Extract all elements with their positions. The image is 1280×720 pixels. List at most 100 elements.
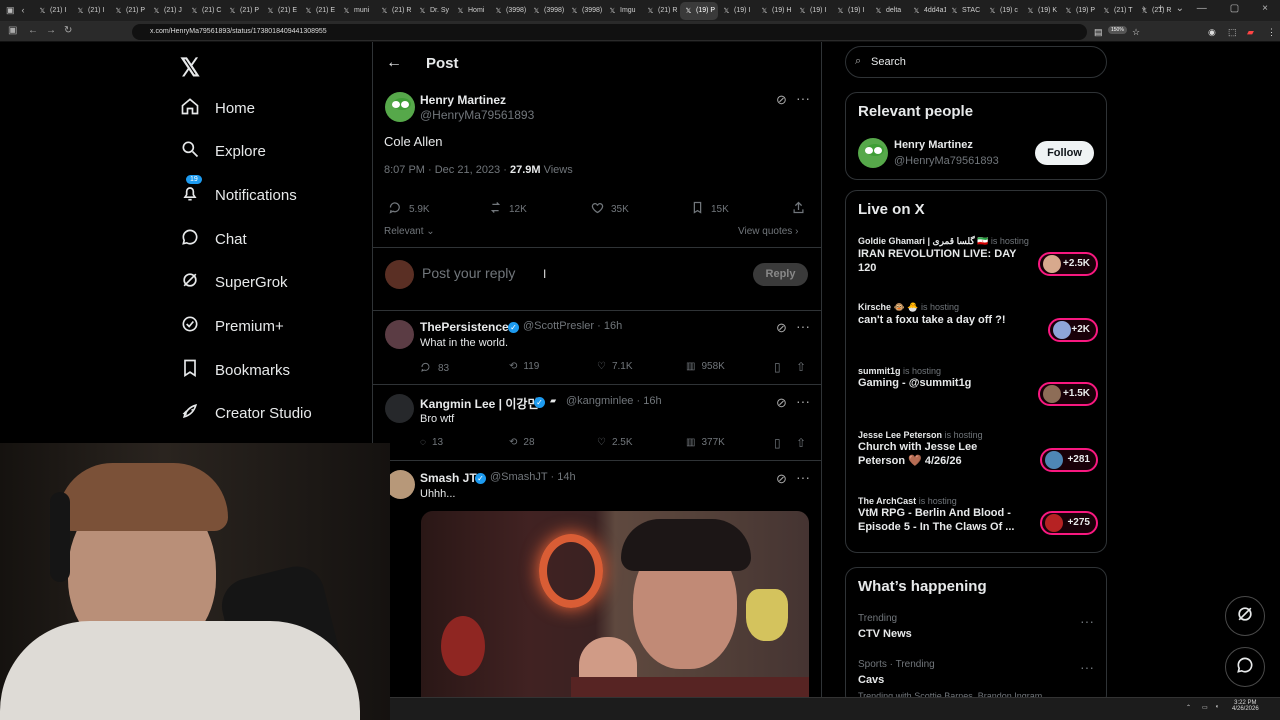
close-icon[interactable]: × bbox=[1262, 3, 1268, 14]
reply-repost-action[interactable]: ⟲ 119 bbox=[509, 361, 539, 372]
current-user-avatar[interactable] bbox=[385, 260, 414, 289]
refresh-icon[interactable]: ↻ bbox=[64, 26, 74, 36]
reader-icon[interactable]: ▤ bbox=[1094, 27, 1103, 38]
browser-tab[interactable]: 𝕏 (19) P bbox=[680, 1, 718, 20]
share-action[interactable] bbox=[791, 200, 806, 218]
reply-like-action[interactable]: ♡ 2.5K bbox=[597, 437, 633, 448]
reply-action[interactable]: 5.9K bbox=[388, 200, 430, 218]
reply-avatar[interactable] bbox=[385, 394, 414, 423]
live-item[interactable]: Goldie Ghamari | گلسا قمری 🇮🇷 is hosting… bbox=[858, 236, 1098, 286]
browser-tab[interactable]: 𝕏 (3998) bbox=[566, 2, 604, 20]
tab-menu-button[interactable]: ⌄ bbox=[1176, 3, 1184, 14]
reply-reply-action[interactable]: ◌ 13 bbox=[420, 437, 443, 448]
browser-tab[interactable]: 𝕏 Imgu bbox=[604, 2, 642, 20]
live-listener-pill[interactable]: +281 bbox=[1040, 448, 1098, 472]
browser-tab[interactable]: 𝕏delta bbox=[870, 2, 908, 20]
post-author-handle[interactable]: @HenryMa79561893 bbox=[420, 108, 534, 122]
browser-tab[interactable]: 𝕏muni bbox=[338, 2, 376, 20]
live-item[interactable]: Jesse Lee Peterson is hosting Church with… bbox=[858, 430, 1098, 480]
live-item[interactable]: The ArchCast is hosting VtM RPG - Berlin … bbox=[858, 496, 1098, 548]
sidebar-item-bookmarks[interactable]: Bookmarks bbox=[180, 354, 370, 386]
reply-author-name[interactable]: Smash JT bbox=[420, 471, 477, 485]
share-icon[interactable]: ⇧ bbox=[796, 436, 806, 450]
browser-tab[interactable]: 𝕏 (21) I bbox=[34, 2, 72, 20]
tab-scroll-right[interactable]: › bbox=[1142, 3, 1145, 14]
live-listener-pill[interactable]: +2K bbox=[1048, 318, 1098, 342]
sidebar-item-notifications[interactable]: 19 Notifications bbox=[180, 174, 370, 211]
browser-tab[interactable]: 𝕏 Dr. Sy bbox=[414, 2, 452, 20]
browser-tab[interactable]: 𝕏 (3998) bbox=[490, 2, 528, 20]
browser-tab[interactable]: 𝕏 (21) I bbox=[72, 2, 110, 20]
sidebar-item-explore[interactable]: Explore bbox=[180, 135, 370, 167]
reply-views[interactable]: ▥ 377K bbox=[686, 437, 725, 448]
grok-icon[interactable]: ⊘ bbox=[776, 320, 787, 336]
relevant-handle[interactable]: @HenryMa79561893 bbox=[894, 155, 999, 167]
relevant-name[interactable]: Henry Martinez bbox=[894, 139, 973, 151]
browser-tab[interactable]: 𝕏 (19) I bbox=[718, 2, 756, 20]
back-icon[interactable]: ← bbox=[28, 26, 38, 36]
view-quotes-link[interactable]: View quotes › bbox=[738, 226, 798, 237]
grok-floating-button[interactable] bbox=[1225, 596, 1265, 636]
reply-repost-action[interactable]: ⟲ 28 bbox=[509, 437, 535, 448]
browser-tab[interactable]: 𝕏 (21) P bbox=[224, 2, 262, 20]
bookmark-icon[interactable]: ▯ bbox=[774, 360, 781, 374]
browser-tab[interactable]: 𝕏 (19) H bbox=[756, 2, 794, 20]
browser-tab[interactable]: 𝕏 STAC bbox=[946, 2, 984, 20]
star-icon[interactable]: ☆ bbox=[1132, 27, 1140, 38]
notification-icon[interactable]: ▰ bbox=[1247, 27, 1254, 38]
more-icon[interactable]: ··· bbox=[796, 318, 810, 334]
reply-author-handle[interactable]: @SmashJT · 14h bbox=[490, 471, 576, 483]
like-action[interactable]: 35K bbox=[590, 200, 629, 218]
volume-icon[interactable]: ◖ bbox=[1215, 704, 1219, 710]
browser-tab[interactable]: 𝕏 (21) J bbox=[148, 2, 186, 20]
tab-list-button[interactable]: ▣ bbox=[6, 5, 15, 16]
sidebar-item-chat[interactable]: Chat bbox=[180, 223, 370, 255]
browser-tab[interactable]: 𝕏 (21) R bbox=[642, 2, 680, 20]
more-icon[interactable]: ··· bbox=[796, 90, 810, 106]
live-item[interactable]: Kirsche 🐵 🐣 is hosting can't a foxu take … bbox=[858, 302, 1098, 352]
grok-icon[interactable]: ⊘ bbox=[776, 92, 787, 108]
sidebar-icon[interactable]: ▣ bbox=[8, 26, 18, 36]
live-listener-pill[interactable]: +275 bbox=[1040, 511, 1098, 535]
bookmark-action[interactable]: 15K bbox=[690, 200, 729, 218]
live-item[interactable]: summit1g is hosting Gaming - @summit1g +1.… bbox=[858, 366, 1098, 416]
restore-icon[interactable]: ▢ bbox=[1230, 3, 1239, 14]
browser-tab[interactable]: 𝕏 (21) R bbox=[376, 2, 414, 20]
browser-tab[interactable]: 𝕏 (3998) bbox=[528, 2, 566, 20]
live-listener-pill[interactable]: +2.5K bbox=[1038, 252, 1098, 276]
browser-tab[interactable]: 𝕏 (19) c bbox=[984, 2, 1022, 20]
trend-item[interactable]: Sports · Trending Cavs bbox=[858, 659, 935, 686]
messages-floating-button[interactable] bbox=[1225, 647, 1265, 687]
reply-avatar[interactable] bbox=[386, 470, 415, 499]
reply-reply-action[interactable]: 83 bbox=[420, 361, 449, 376]
sidebar-item-home[interactable]: Home bbox=[180, 92, 370, 124]
reply-author-name[interactable]: Kangmin Lee | 이강민 bbox=[420, 395, 539, 412]
clock[interactable]: 3:22 PM 4/26/2026 bbox=[1232, 700, 1259, 712]
reply-like-action[interactable]: ♡ 7.1K bbox=[597, 361, 633, 372]
tab-scroll-left[interactable]: ‹ bbox=[22, 5, 25, 16]
reply-avatar[interactable] bbox=[385, 320, 414, 349]
share-icon[interactable]: ⇧ bbox=[796, 360, 806, 374]
post-author-avatar[interactable] bbox=[385, 92, 415, 122]
browser-tab[interactable]: 𝕏 (21) P bbox=[110, 2, 148, 20]
new-tab-button[interactable]: + bbox=[1158, 3, 1164, 14]
reply-input[interactable]: Post your reply bbox=[422, 265, 515, 281]
tray-chevron-icon[interactable]: ⌃ bbox=[1186, 704, 1191, 711]
back-arrow-icon[interactable]: ← bbox=[386, 54, 402, 72]
zoom-level[interactable]: 150% bbox=[1108, 26, 1127, 34]
browser-tab[interactable]: 𝕏 (19) I bbox=[794, 2, 832, 20]
x-logo[interactable]: 𝕏 bbox=[180, 53, 200, 83]
url-field[interactable]: x.com/HenryMa79561893/status/17380184094… bbox=[132, 24, 1087, 40]
repost-action[interactable]: 12K bbox=[488, 200, 527, 218]
relevant-sort[interactable]: Relevant ⌄ bbox=[384, 226, 435, 237]
reply-media-image[interactable] bbox=[421, 511, 809, 720]
network-icon[interactable]: ▭ bbox=[1202, 704, 1208, 711]
post-time[interactable]: 8:07 PM · Dec 21, 2023 · bbox=[384, 164, 510, 176]
minimize-icon[interactable]: — bbox=[1197, 3, 1207, 14]
more-icon[interactable]: ··· bbox=[796, 393, 810, 409]
relevant-avatar[interactable] bbox=[858, 138, 888, 168]
extensions-icon[interactable]: ⬚ bbox=[1228, 27, 1237, 38]
browser-tab[interactable]: 𝕏 Homi bbox=[452, 2, 490, 20]
forward-icon[interactable]: → bbox=[46, 26, 56, 36]
follow-button[interactable]: Follow bbox=[1035, 141, 1094, 165]
